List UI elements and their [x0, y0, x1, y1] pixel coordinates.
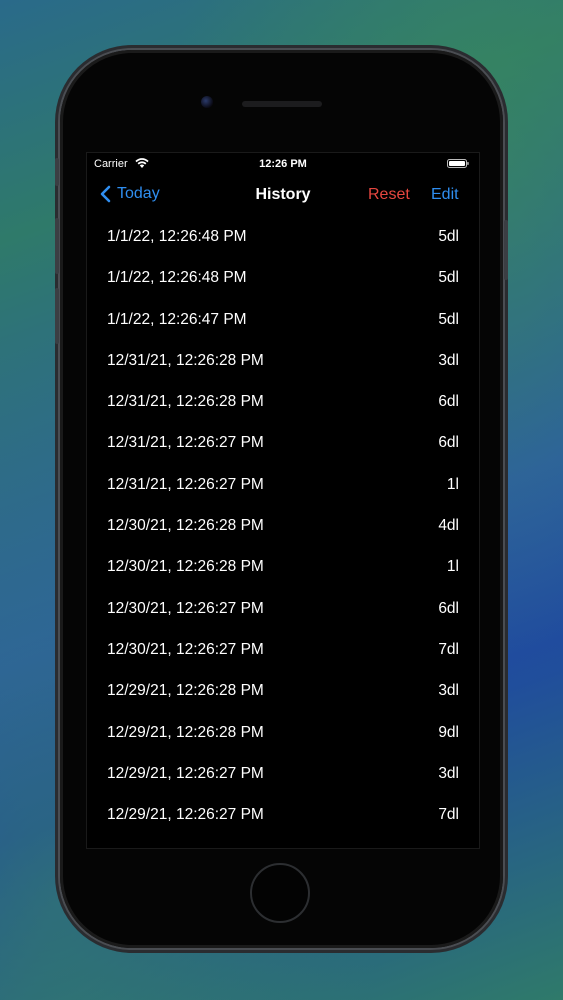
entry-amount: 6dl [438, 599, 459, 617]
entry-amount: 6dl [438, 393, 459, 411]
list-item[interactable]: 1/1/22, 12:26:48 PM 5dl [87, 217, 479, 258]
entry-amount: 7dl [438, 640, 459, 658]
entry-date: 12/29/21, 12:26:27 PM [107, 764, 264, 782]
list-item[interactable]: 12/31/21, 12:26:27 PM 6dl [87, 423, 479, 464]
entry-date: 12/30/21, 12:26:27 PM [107, 640, 264, 658]
history-list: 1/1/22, 12:26:48 PM 5dl 1/1/22, 12:26:48 … [87, 217, 479, 836]
volume-up-button [55, 218, 59, 274]
front-camera [201, 96, 213, 108]
navigation-bar: Today History Reset Edit [87, 177, 479, 217]
list-item[interactable]: 1/1/22, 12:26:48 PM 5dl [87, 258, 479, 299]
entry-date: 12/30/21, 12:26:28 PM [107, 517, 264, 535]
list-item[interactable]: 12/30/21, 12:26:27 PM 7dl [87, 630, 479, 671]
entry-amount: 1l [446, 558, 459, 576]
entry-date: 12/29/21, 12:26:27 PM [107, 806, 264, 824]
list-item[interactable]: 12/29/21, 12:26:28 PM 9dl [87, 713, 479, 754]
entry-amount: 3dl [438, 682, 459, 700]
entry-date: 12/31/21, 12:26:28 PM [107, 351, 264, 369]
edit-button[interactable]: Edit [431, 186, 459, 204]
entry-amount: 6dl [438, 434, 459, 452]
entry-amount: 7dl [438, 806, 459, 824]
entry-date: 12/30/21, 12:26:28 PM [107, 558, 264, 576]
list-item[interactable]: 1/1/22, 12:26:47 PM 5dl [87, 300, 479, 341]
status-time: 12:26 PM [259, 158, 307, 170]
volume-down-button [55, 288, 59, 344]
screen: Carrier 12:26 PM Today History Reset Edi… [86, 152, 480, 849]
entry-amount: 5dl [438, 269, 459, 287]
battery-icon [447, 159, 469, 168]
list-item[interactable]: 12/29/21, 12:26:27 PM 3dl [87, 754, 479, 795]
page-title: History [255, 186, 311, 203]
entry-date: 12/31/21, 12:26:28 PM [107, 393, 264, 411]
entry-amount: 1l [446, 475, 459, 493]
entry-date: 12/30/21, 12:26:27 PM [107, 599, 264, 617]
home-button[interactable] [250, 863, 310, 923]
entry-date: 12/29/21, 12:26:28 PM [107, 682, 264, 700]
entry-amount: 9dl [438, 723, 459, 741]
power-button [504, 220, 508, 280]
entry-amount: 5dl [438, 228, 459, 245]
entry-amount: 4dl [438, 517, 459, 535]
entry-amount: 3dl [438, 764, 459, 782]
list-item[interactable]: 12/29/21, 12:26:28 PM 3dl [87, 671, 479, 712]
entry-date: 12/31/21, 12:26:27 PM [107, 475, 264, 493]
status-bar: Carrier 12:26 PM [87, 153, 479, 177]
entry-date: 12/29/21, 12:26:28 PM [107, 723, 264, 741]
list-item[interactable]: 12/31/21, 12:26:27 PM 1l [87, 465, 479, 506]
entry-amount: 3dl [438, 351, 459, 369]
list-item[interactable]: 12/31/21, 12:26:28 PM 3dl [87, 341, 479, 382]
phone-frame: Carrier 12:26 PM Today History Reset Edi… [55, 50, 508, 948]
list-item[interactable]: 12/30/21, 12:26:27 PM 6dl [87, 589, 479, 630]
entry-amount: 5dl [438, 310, 459, 328]
list-item[interactable]: 12/30/21, 12:26:28 PM 1l [87, 547, 479, 588]
entry-date: 1/1/22, 12:26:48 PM [107, 228, 247, 245]
list-item[interactable]: 12/31/21, 12:26:28 PM 6dl [87, 382, 479, 423]
entry-date: 1/1/22, 12:26:47 PM [107, 310, 247, 328]
entry-date: 1/1/22, 12:26:48 PM [107, 269, 247, 287]
reset-button[interactable]: Reset [368, 186, 410, 204]
entry-date: 12/31/21, 12:26:27 PM [107, 434, 264, 452]
list-item[interactable]: 12/29/21, 12:26:27 PM 7dl [87, 795, 479, 836]
earpiece-speaker [242, 101, 322, 107]
list-item[interactable]: 12/30/21, 12:26:28 PM 4dl [87, 506, 479, 547]
mute-switch [55, 158, 59, 186]
